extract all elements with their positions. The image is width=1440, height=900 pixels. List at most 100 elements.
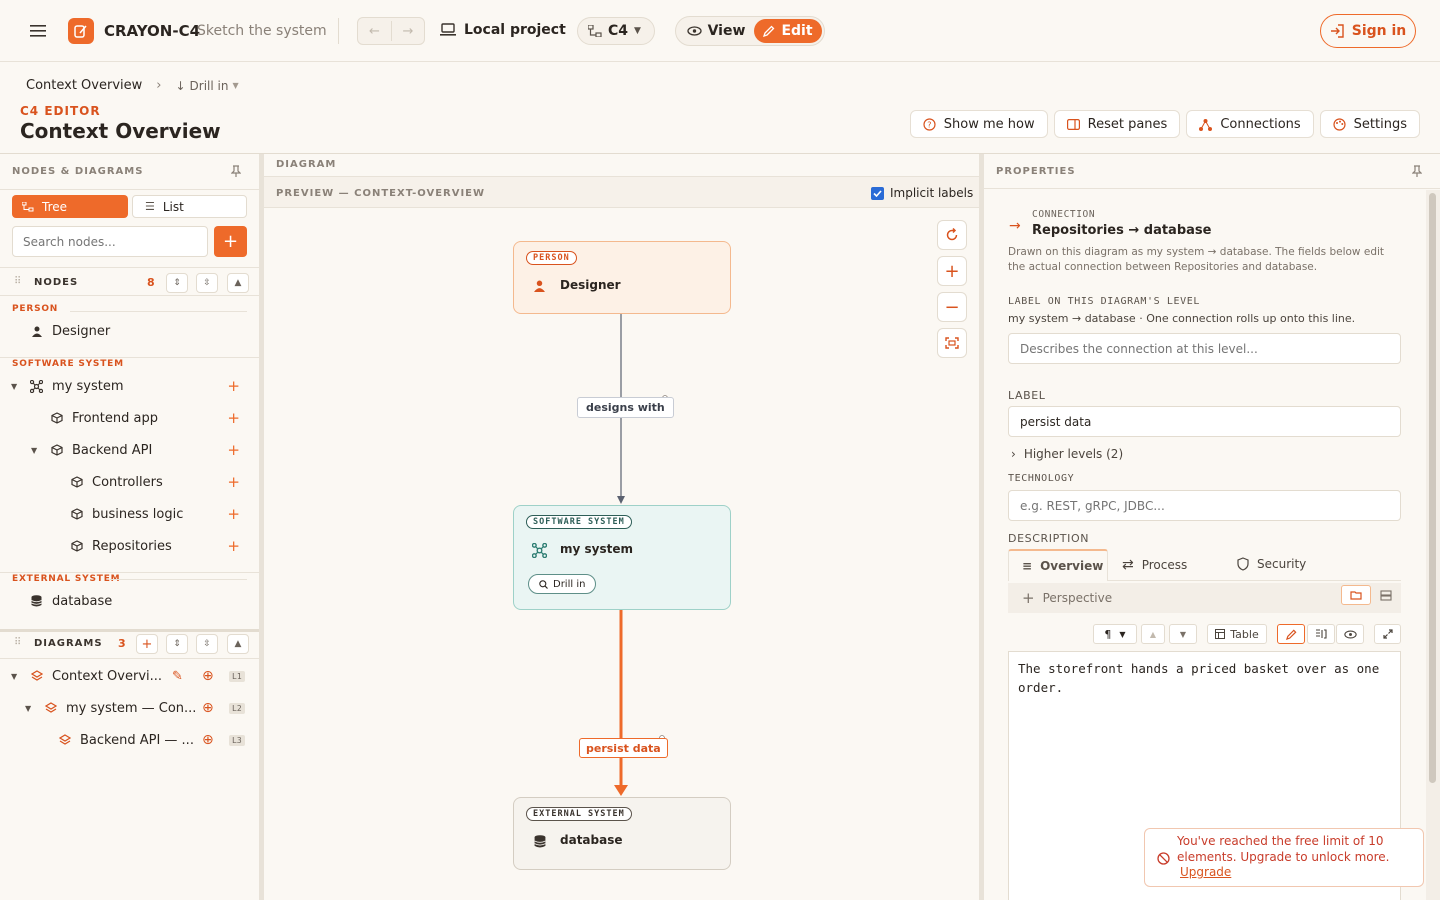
edge-label-designs-with[interactable]: designs with — [577, 397, 674, 418]
drill-in-button[interactable]: Drill in — [528, 574, 597, 594]
tree-item-repositories[interactable]: Repositories + — [0, 530, 258, 562]
edit-source-button[interactable] — [1277, 624, 1305, 644]
tab-security[interactable]: Security — [1237, 557, 1306, 571]
description-title: DESCRIPTION — [1008, 532, 1090, 545]
component-icon — [71, 540, 83, 552]
lines-icon: ≡ — [1022, 559, 1033, 573]
chevron-down-icon[interactable]: ▼ — [11, 672, 17, 681]
diagram-item-l1[interactable]: ▼ Context Overvi... ✎ ⊕ L1 — [0, 660, 258, 692]
fit-view-button[interactable] — [937, 328, 967, 358]
element-name: Repositories → database — [1032, 223, 1212, 238]
tab-tree[interactable]: Tree — [12, 195, 128, 218]
split-view-button[interactable] — [1307, 624, 1335, 644]
tree-item-database[interactable]: database — [0, 585, 258, 617]
top-bar: CRAYON-C4 Sketch the system ← → Local pr… — [0, 0, 1440, 62]
plus-icon: + — [1022, 589, 1035, 607]
preview-button[interactable] — [1336, 624, 1364, 644]
expand-editor-button[interactable] — [1374, 624, 1401, 644]
tabs-layout-button[interactable] — [1341, 585, 1371, 605]
node-designer[interactable]: PERSON Designer — [513, 241, 731, 314]
label-title: LABEL — [1008, 389, 1046, 402]
pin-icon[interactable] — [231, 165, 241, 177]
add-child-icon[interactable]: + — [227, 410, 240, 426]
add-child-icon[interactable]: + — [227, 442, 240, 458]
label-input[interactable]: persist data — [1008, 406, 1401, 437]
scrollbar-thumb[interactable] — [1429, 193, 1436, 783]
drill-in-menu[interactable]: ↓ Drill in ▼ — [175, 79, 238, 93]
connections-button[interactable]: Connections — [1186, 110, 1314, 138]
chevron-down-icon[interactable]: ▼ — [25, 704, 31, 713]
back-icon[interactable]: ← — [358, 24, 391, 39]
search-input[interactable] — [12, 226, 208, 257]
level-label-input[interactable] — [1008, 333, 1401, 364]
tab-process[interactable]: ⇄ Process — [1122, 557, 1187, 573]
move-up-button[interactable]: ▲ — [1141, 624, 1165, 644]
expand-all-button[interactable]: ⇕ — [166, 273, 188, 293]
node-database[interactable]: EXTERNAL SYSTEM database — [513, 797, 731, 870]
view-mode-button[interactable]: View — [678, 19, 754, 43]
node-type-tag: SOFTWARE SYSTEM — [526, 515, 632, 529]
tab-overview[interactable]: ≡ Overview — [1008, 549, 1108, 581]
plus-icon: + — [944, 260, 960, 282]
collapse-all-button[interactable]: ⇳ — [196, 273, 218, 293]
chevron-down-icon[interactable]: ▼ — [11, 382, 17, 391]
stacked-layout-button[interactable] — [1372, 585, 1400, 605]
upgrade-link[interactable]: Upgrade — [1180, 865, 1231, 879]
tab-list-label: List — [162, 199, 184, 214]
add-circle-icon[interactable]: ⊕ — [202, 668, 214, 684]
forward-icon[interactable]: → — [392, 24, 424, 39]
menu-icon[interactable] — [30, 24, 46, 38]
container-icon — [51, 444, 63, 456]
tree-item-controllers[interactable]: Controllers + — [0, 466, 258, 498]
node-my-system[interactable]: SOFTWARE SYSTEM my system Drill in — [513, 505, 731, 610]
add-node-button[interactable]: + — [214, 226, 247, 257]
scrollbar[interactable] — [1426, 190, 1440, 900]
pin-icon[interactable] — [1412, 165, 1422, 177]
table-icon — [1215, 629, 1226, 639]
add-circle-icon[interactable]: ⊕ — [202, 732, 214, 748]
zoom-out-button[interactable]: − — [937, 292, 967, 322]
tree-item-my-system[interactable]: ▼ my system + — [0, 370, 258, 402]
palette-icon — [1333, 117, 1346, 131]
chevron-down-icon[interactable]: ▼ — [31, 446, 37, 455]
edit-mode-button[interactable]: Edit — [754, 19, 822, 43]
sign-in-button[interactable]: Sign in — [1320, 14, 1416, 48]
show-me-how-button[interactable]: ? Show me how — [909, 110, 1048, 138]
expand-icon: ⇕ — [173, 278, 181, 288]
add-child-icon[interactable]: + — [227, 538, 240, 554]
diagram-item-l3[interactable]: Backend API — ... ⊕ L3 — [0, 724, 258, 756]
reset-panes-button[interactable]: Reset panes — [1053, 110, 1181, 138]
component-icon — [71, 476, 83, 488]
zoom-in-button[interactable]: + — [937, 256, 967, 286]
notation-select[interactable]: C4 ▼ — [577, 17, 655, 45]
higher-levels-toggle[interactable]: › Higher levels (2) — [1011, 447, 1123, 461]
drag-handle-icon[interactable]: ⠿ — [14, 276, 21, 287]
tree-item-business-logic[interactable]: business logic + — [0, 498, 258, 530]
add-child-icon[interactable]: + — [227, 474, 240, 490]
collapse-section-button[interactable]: ▲ — [227, 273, 249, 293]
breadcrumb-item[interactable]: Context Overview — [26, 78, 142, 93]
tree-item-frontend-app[interactable]: Frontend app + — [0, 402, 258, 434]
move-down-button[interactable]: ▼ — [1169, 624, 1197, 644]
add-child-icon[interactable]: + — [227, 506, 240, 522]
edge-label-persist-data[interactable]: persist data — [579, 738, 668, 758]
drag-handle-icon[interactable]: ⠿ — [14, 637, 21, 648]
reset-view-button[interactable] — [937, 220, 967, 250]
paragraph-style-select[interactable]: ¶ ▼ — [1093, 624, 1137, 644]
magic-wand-icon[interactable]: ✎ — [172, 669, 183, 684]
diagram-item-l2[interactable]: ▼ my system — Con... ⊕ L2 — [0, 692, 258, 724]
add-diagram-button[interactable]: + — [136, 634, 158, 654]
project-selector[interactable]: Local project — [440, 22, 566, 38]
technology-input[interactable] — [1008, 490, 1401, 521]
settings-button[interactable]: Settings — [1319, 110, 1420, 138]
tree-item-designer[interactable]: Designer — [0, 315, 258, 347]
tab-list[interactable]: ☰ List — [132, 195, 247, 218]
tree-item-backend-api[interactable]: ▼ Backend API + — [0, 434, 258, 466]
insert-table-button[interactable]: Table — [1207, 624, 1267, 644]
section-splitter[interactable] — [0, 629, 259, 632]
collapse-all-diagrams-button[interactable]: ⇳ — [196, 634, 218, 654]
add-circle-icon[interactable]: ⊕ — [202, 700, 214, 716]
add-child-icon[interactable]: + — [227, 378, 240, 394]
collapse-diagrams-button[interactable]: ▲ — [227, 634, 249, 654]
expand-all-diagrams-button[interactable]: ⇕ — [166, 634, 188, 654]
